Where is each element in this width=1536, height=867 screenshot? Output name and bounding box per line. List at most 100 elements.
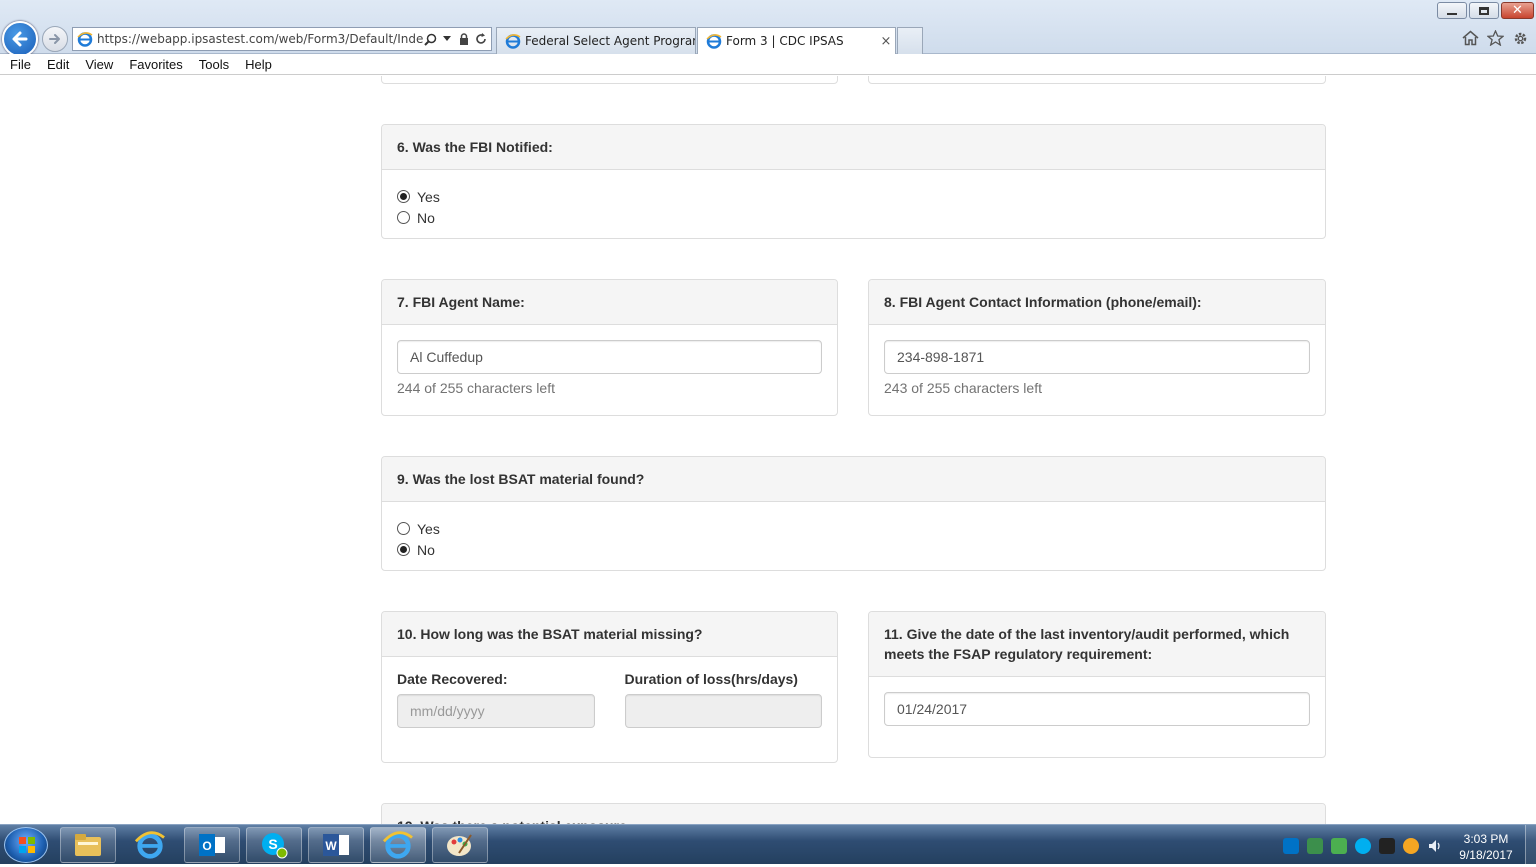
clock-date: 9/18/2017 bbox=[1459, 848, 1513, 862]
home-icon[interactable] bbox=[1460, 28, 1480, 48]
tab-label: Federal Select Agent Program ... bbox=[525, 34, 695, 48]
svg-text:S: S bbox=[268, 836, 277, 852]
dropdown-arrow-icon[interactable] bbox=[440, 32, 454, 46]
radio-selected-dot bbox=[400, 193, 407, 200]
question-10-title: 10. How long was the BSAT material missi… bbox=[382, 612, 837, 657]
question-10-panel: 10. How long was the BSAT material missi… bbox=[381, 611, 838, 763]
back-button[interactable] bbox=[2, 21, 38, 57]
question-8-title: 8. FBI Agent Contact Information (phone/… bbox=[869, 280, 1325, 325]
windows-taskbar: O S W 3:03 PM 9/18/2017 bbox=[0, 824, 1536, 865]
radio-selected-dot bbox=[400, 546, 407, 553]
characters-left-text: 243 of 255 characters left bbox=[884, 380, 1042, 396]
forward-button[interactable] bbox=[42, 26, 68, 52]
question-11-panel: 11. Give the date of the last inventory/… bbox=[868, 611, 1326, 758]
lock-icon[interactable] bbox=[457, 32, 471, 46]
volume-icon[interactable] bbox=[1427, 838, 1443, 854]
word-icon: W bbox=[323, 834, 349, 856]
menu-help[interactable]: Help bbox=[237, 57, 280, 72]
fbi-notified-no[interactable]: No bbox=[397, 207, 1310, 228]
radio-no[interactable] bbox=[397, 211, 410, 224]
close-icon: ✕ bbox=[1512, 3, 1523, 18]
duration-input[interactable] bbox=[624, 694, 822, 728]
material-found-no[interactable]: No bbox=[397, 539, 1310, 560]
clock-time: 3:03 PM bbox=[1463, 832, 1509, 846]
question-9-title: 9. Was the lost BSAT material found? bbox=[382, 457, 1325, 502]
menu-edit[interactable]: Edit bbox=[39, 57, 77, 72]
system-clock[interactable]: 3:03 PM 9/18/2017 bbox=[1450, 831, 1522, 863]
paint-palette-icon bbox=[447, 834, 472, 856]
browser-title-bar: ✕ https://webapp.ipsastest.com/web/Form3… bbox=[0, 0, 1536, 57]
question-7-title: 7. FBI Agent Name: bbox=[382, 280, 837, 325]
ie-icon bbox=[135, 831, 165, 859]
radio-yes[interactable] bbox=[397, 190, 410, 203]
question-12-panel: 12. Was there a potential exposure: bbox=[381, 803, 1326, 824]
taskbar-internet-explorer-active[interactable] bbox=[370, 827, 426, 863]
taskbar-file-explorer[interactable] bbox=[60, 827, 116, 863]
page-viewport[interactable]: 6. Was the FBI Notified: Yes No 7. FBI A… bbox=[0, 76, 1536, 824]
close-window-button[interactable]: ✕ bbox=[1501, 2, 1534, 19]
tray-app-icon[interactable] bbox=[1379, 838, 1395, 854]
radio-no[interactable] bbox=[397, 543, 410, 556]
ie-icon bbox=[383, 831, 413, 859]
question-6-panel: 6. Was the FBI Notified: Yes No bbox=[381, 124, 1326, 239]
previous-panel-right bbox=[868, 76, 1326, 84]
previous-panel-left bbox=[381, 76, 838, 84]
material-found-yes[interactable]: Yes bbox=[397, 518, 1310, 539]
svg-text:W: W bbox=[325, 839, 337, 853]
tray-checkmark-icon[interactable] bbox=[1331, 838, 1347, 854]
radio-yes[interactable] bbox=[397, 522, 410, 535]
svg-text:O: O bbox=[202, 839, 211, 853]
tab-form3[interactable]: Form 3 | CDC IPSAS × bbox=[697, 27, 896, 54]
radio-label: Yes bbox=[417, 520, 440, 537]
tray-update-icon[interactable] bbox=[1403, 838, 1419, 854]
fbi-notified-yes[interactable]: Yes bbox=[397, 186, 1310, 207]
tray-security-icon[interactable] bbox=[1307, 838, 1323, 854]
menu-view[interactable]: View bbox=[77, 57, 121, 72]
characters-left-text: 244 of 255 characters left bbox=[397, 380, 555, 396]
forward-arrow-icon bbox=[49, 34, 60, 44]
question-9-panel: 9. Was the lost BSAT material found? Yes… bbox=[381, 456, 1326, 571]
tab-federal-select-agent[interactable]: Federal Select Agent Program ... bbox=[496, 27, 696, 54]
tray-outlook-icon[interactable] bbox=[1283, 838, 1299, 854]
taskbar-outlook[interactable]: O bbox=[184, 827, 240, 863]
search-icon[interactable] bbox=[423, 32, 437, 46]
ie-page-icon bbox=[77, 32, 93, 47]
restore-icon bbox=[1479, 6, 1489, 15]
windows-logo-icon bbox=[19, 837, 35, 853]
outlook-icon: O bbox=[199, 834, 225, 856]
minimize-button[interactable] bbox=[1437, 2, 1467, 19]
folder-icon bbox=[75, 834, 101, 856]
question-11-title: 11. Give the date of the last inventory/… bbox=[869, 612, 1325, 677]
start-button[interactable] bbox=[4, 827, 48, 863]
new-tab-button[interactable] bbox=[897, 27, 923, 54]
taskbar-word[interactable]: W bbox=[308, 827, 364, 863]
fbi-agent-name-input[interactable]: Al Cuffedup bbox=[397, 340, 822, 374]
back-arrow-icon bbox=[12, 31, 28, 47]
taskbar-paint[interactable] bbox=[432, 827, 488, 863]
date-recovered-input[interactable]: mm/dd/yyyy bbox=[397, 694, 595, 728]
favorites-star-icon[interactable] bbox=[1485, 28, 1505, 48]
url-text[interactable]: https://webapp.ipsastest.com/web/Form3/D… bbox=[97, 32, 423, 46]
ie-tab-icon bbox=[706, 34, 722, 49]
menu-bar: File Edit View Favorites Tools Help bbox=[0, 54, 1536, 75]
skype-icon: S bbox=[262, 833, 288, 859]
gear-icon[interactable] bbox=[1510, 28, 1530, 48]
tab-close-icon[interactable]: × bbox=[877, 34, 895, 49]
address-bar[interactable]: https://webapp.ipsastest.com/web/Form3/D… bbox=[72, 27, 492, 51]
question-7-panel: 7. FBI Agent Name: Al Cuffedup 244 of 25… bbox=[381, 279, 838, 416]
last-inventory-date-input[interactable]: 01/24/2017 bbox=[884, 692, 1310, 726]
fbi-agent-contact-input[interactable]: 234-898-1871 bbox=[884, 340, 1310, 374]
tab-label: Form 3 | CDC IPSAS bbox=[726, 34, 844, 48]
menu-file[interactable]: File bbox=[2, 57, 39, 72]
question-8-panel: 8. FBI Agent Contact Information (phone/… bbox=[868, 279, 1326, 416]
tray-skype-icon[interactable] bbox=[1355, 838, 1371, 854]
taskbar-internet-explorer[interactable] bbox=[122, 827, 178, 863]
restore-button[interactable] bbox=[1469, 2, 1499, 19]
menu-favorites[interactable]: Favorites bbox=[121, 57, 190, 72]
radio-label: No bbox=[417, 209, 435, 226]
menu-tools[interactable]: Tools bbox=[191, 57, 237, 72]
refresh-icon[interactable] bbox=[474, 32, 488, 46]
show-desktop-button[interactable] bbox=[1525, 825, 1536, 865]
taskbar-skype[interactable]: S bbox=[246, 827, 302, 863]
radio-label: No bbox=[417, 541, 435, 558]
